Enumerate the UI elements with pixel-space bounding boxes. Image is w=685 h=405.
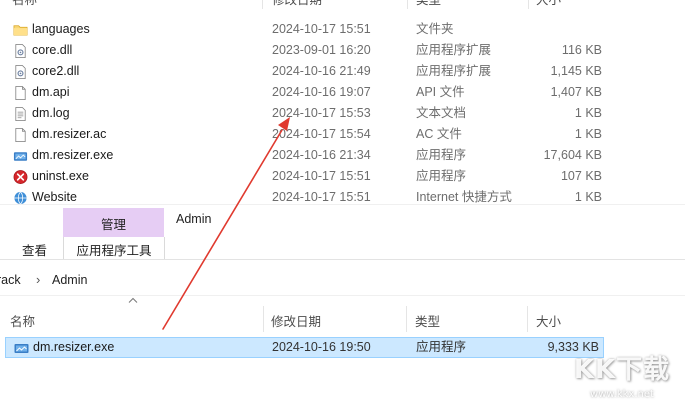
file-modified: 2024-10-17 15:51: [272, 169, 371, 183]
column-separator[interactable]: [262, 0, 263, 9]
file-size: 1 KB: [574, 190, 602, 204]
file-size: 1,407 KB: [550, 85, 602, 99]
manage-context-tab[interactable]: 管理: [63, 208, 164, 237]
tab-application-tools-label: 应用程序工具: [76, 244, 152, 258]
bottom-column-header: 名称 修改日期 类型 大小: [0, 306, 685, 332]
window-title: Admin: [176, 212, 212, 226]
file-name: uninst.exe: [32, 169, 89, 183]
file-row-dm-api[interactable]: dm.api 2024-10-16 19:07 API 文件 1,407 KB: [0, 82, 685, 103]
breadcrumb-segment[interactable]: Admin: [52, 273, 87, 287]
file-modified: 2024-10-17 15:54: [272, 127, 371, 141]
app-exe-icon: [13, 152, 28, 161]
file-row-dm-resizer-ac[interactable]: dm.resizer.ac 2024-10-17 15:54 AC 文件 1 K…: [0, 124, 685, 145]
file-type: 文件夹: [416, 22, 454, 36]
column-name-header[interactable]: 名称: [12, 0, 37, 9]
ribbon-divider: [0, 259, 685, 260]
file-name: dm.resizer.exe: [32, 148, 114, 162]
chevron-right-icon[interactable]: ›: [36, 272, 40, 287]
file-row-selected[interactable]: dm.resizer.exe 2024-10-16 19:50 应用程序 9,3…: [5, 337, 604, 358]
file-modified: 2024-10-16 19:50: [272, 340, 371, 354]
file-icon: [15, 86, 26, 100]
ribbon: 管理 Admin 查看 应用程序工具: [0, 204, 685, 260]
file-modified: 2024-10-16 19:07: [272, 85, 371, 99]
file-type: AC 文件: [416, 127, 462, 141]
file-size: 1 KB: [574, 127, 602, 141]
file-name: dm.api: [32, 85, 70, 99]
file-row-dm-log[interactable]: dm.log 2024-10-17 15:53 文本文档 1 KB: [0, 103, 685, 124]
column-type-header[interactable]: 类型: [416, 0, 441, 9]
text-file-icon: [15, 107, 26, 121]
column-separator[interactable]: [263, 306, 264, 332]
file-row-uninst-exe[interactable]: uninst.exe 2024-10-17 15:51 应用程序 107 KB: [0, 166, 685, 187]
watermark-logo: KK下载: [573, 355, 671, 385]
file-modified: 2024-10-16 21:49: [272, 64, 371, 78]
uninstall-icon: [13, 170, 28, 184]
file-icon: [15, 128, 26, 142]
dll-file-icon: [15, 65, 26, 79]
file-size: 1 KB: [574, 106, 602, 120]
top-file-list: 名称 修改日期 类型 大小 languages 2024-10-17 15:51…: [0, 0, 685, 204]
file-size: 17,604 KB: [543, 148, 602, 162]
file-row-core-dll[interactable]: core.dll 2023-09-01 16:20 应用程序扩展 116 KB: [0, 40, 685, 61]
tab-view[interactable]: 查看: [22, 240, 47, 259]
file-type: 应用程序: [416, 148, 467, 162]
file-type: 应用程序: [416, 340, 467, 354]
file-type: Internet 快捷方式: [416, 190, 512, 204]
file-size: 107 KB: [560, 169, 602, 183]
column-size-header[interactable]: 大小: [536, 0, 561, 9]
file-name: dm.log: [32, 106, 70, 120]
address-divider: [0, 295, 685, 296]
column-type-header[interactable]: 类型: [415, 311, 440, 330]
file-size: 1,145 KB: [550, 64, 602, 78]
file-type: 文本文档: [416, 106, 467, 120]
column-separator[interactable]: [527, 306, 528, 332]
file-modified: 2024-10-16 21:34: [272, 148, 371, 162]
folder-icon: [13, 25, 28, 36]
file-type: 应用程序扩展: [416, 43, 492, 57]
file-type: API 文件: [416, 85, 465, 99]
column-modified-header[interactable]: 修改日期: [271, 311, 321, 330]
column-separator[interactable]: [406, 306, 407, 332]
column-separator[interactable]: [407, 0, 408, 9]
file-modified: 2024-10-17 15:51: [272, 190, 371, 204]
file-row-languages[interactable]: languages 2024-10-17 15:51 文件夹: [0, 19, 685, 40]
app-exe-icon: [14, 344, 29, 353]
file-row-core2-dll[interactable]: core2.dll 2024-10-16 21:49 应用程序扩展 1,145 …: [0, 61, 685, 82]
top-column-header: 名称 修改日期 类型 大小: [0, 0, 685, 9]
tab-application-tools[interactable]: 应用程序工具: [63, 237, 165, 259]
file-name: dm.resizer.ac: [32, 127, 107, 141]
file-name: dm.resizer.exe: [33, 340, 115, 354]
shortcut-icon: [14, 191, 27, 204]
file-name: languages: [32, 22, 90, 36]
file-row-dm-resizer-exe[interactable]: dm.resizer.exe 2024-10-16 21:34 应用程序 17,…: [0, 145, 685, 166]
sort-ascending-icon: [128, 297, 138, 303]
file-size: 116 KB: [561, 43, 602, 57]
column-separator[interactable]: [528, 0, 529, 9]
watermark-url: www.kkx.net: [590, 389, 654, 400]
file-name: Website: [32, 190, 77, 204]
file-modified: 2024-10-17 15:51: [272, 22, 371, 36]
manage-context-label: 管理: [100, 218, 126, 232]
file-type: 应用程序扩展: [416, 64, 492, 78]
column-size-header[interactable]: 大小: [536, 311, 561, 330]
file-modified: 2024-10-17 15:53: [272, 106, 371, 120]
column-modified-header[interactable]: 修改日期: [272, 0, 322, 9]
breadcrumb[interactable]: rack › Admin: [0, 265, 685, 295]
file-modified: 2023-09-01 16:20: [272, 43, 371, 57]
dll-file-icon: [15, 44, 26, 58]
file-type: 应用程序: [416, 169, 467, 183]
file-name: core.dll: [32, 43, 73, 57]
breadcrumb-segment[interactable]: rack: [0, 273, 21, 287]
file-row-website[interactable]: Website 2024-10-17 15:51 Internet 快捷方式 1…: [0, 187, 685, 204]
column-name-header[interactable]: 名称: [10, 311, 35, 330]
file-name: core2.dll: [32, 64, 80, 78]
